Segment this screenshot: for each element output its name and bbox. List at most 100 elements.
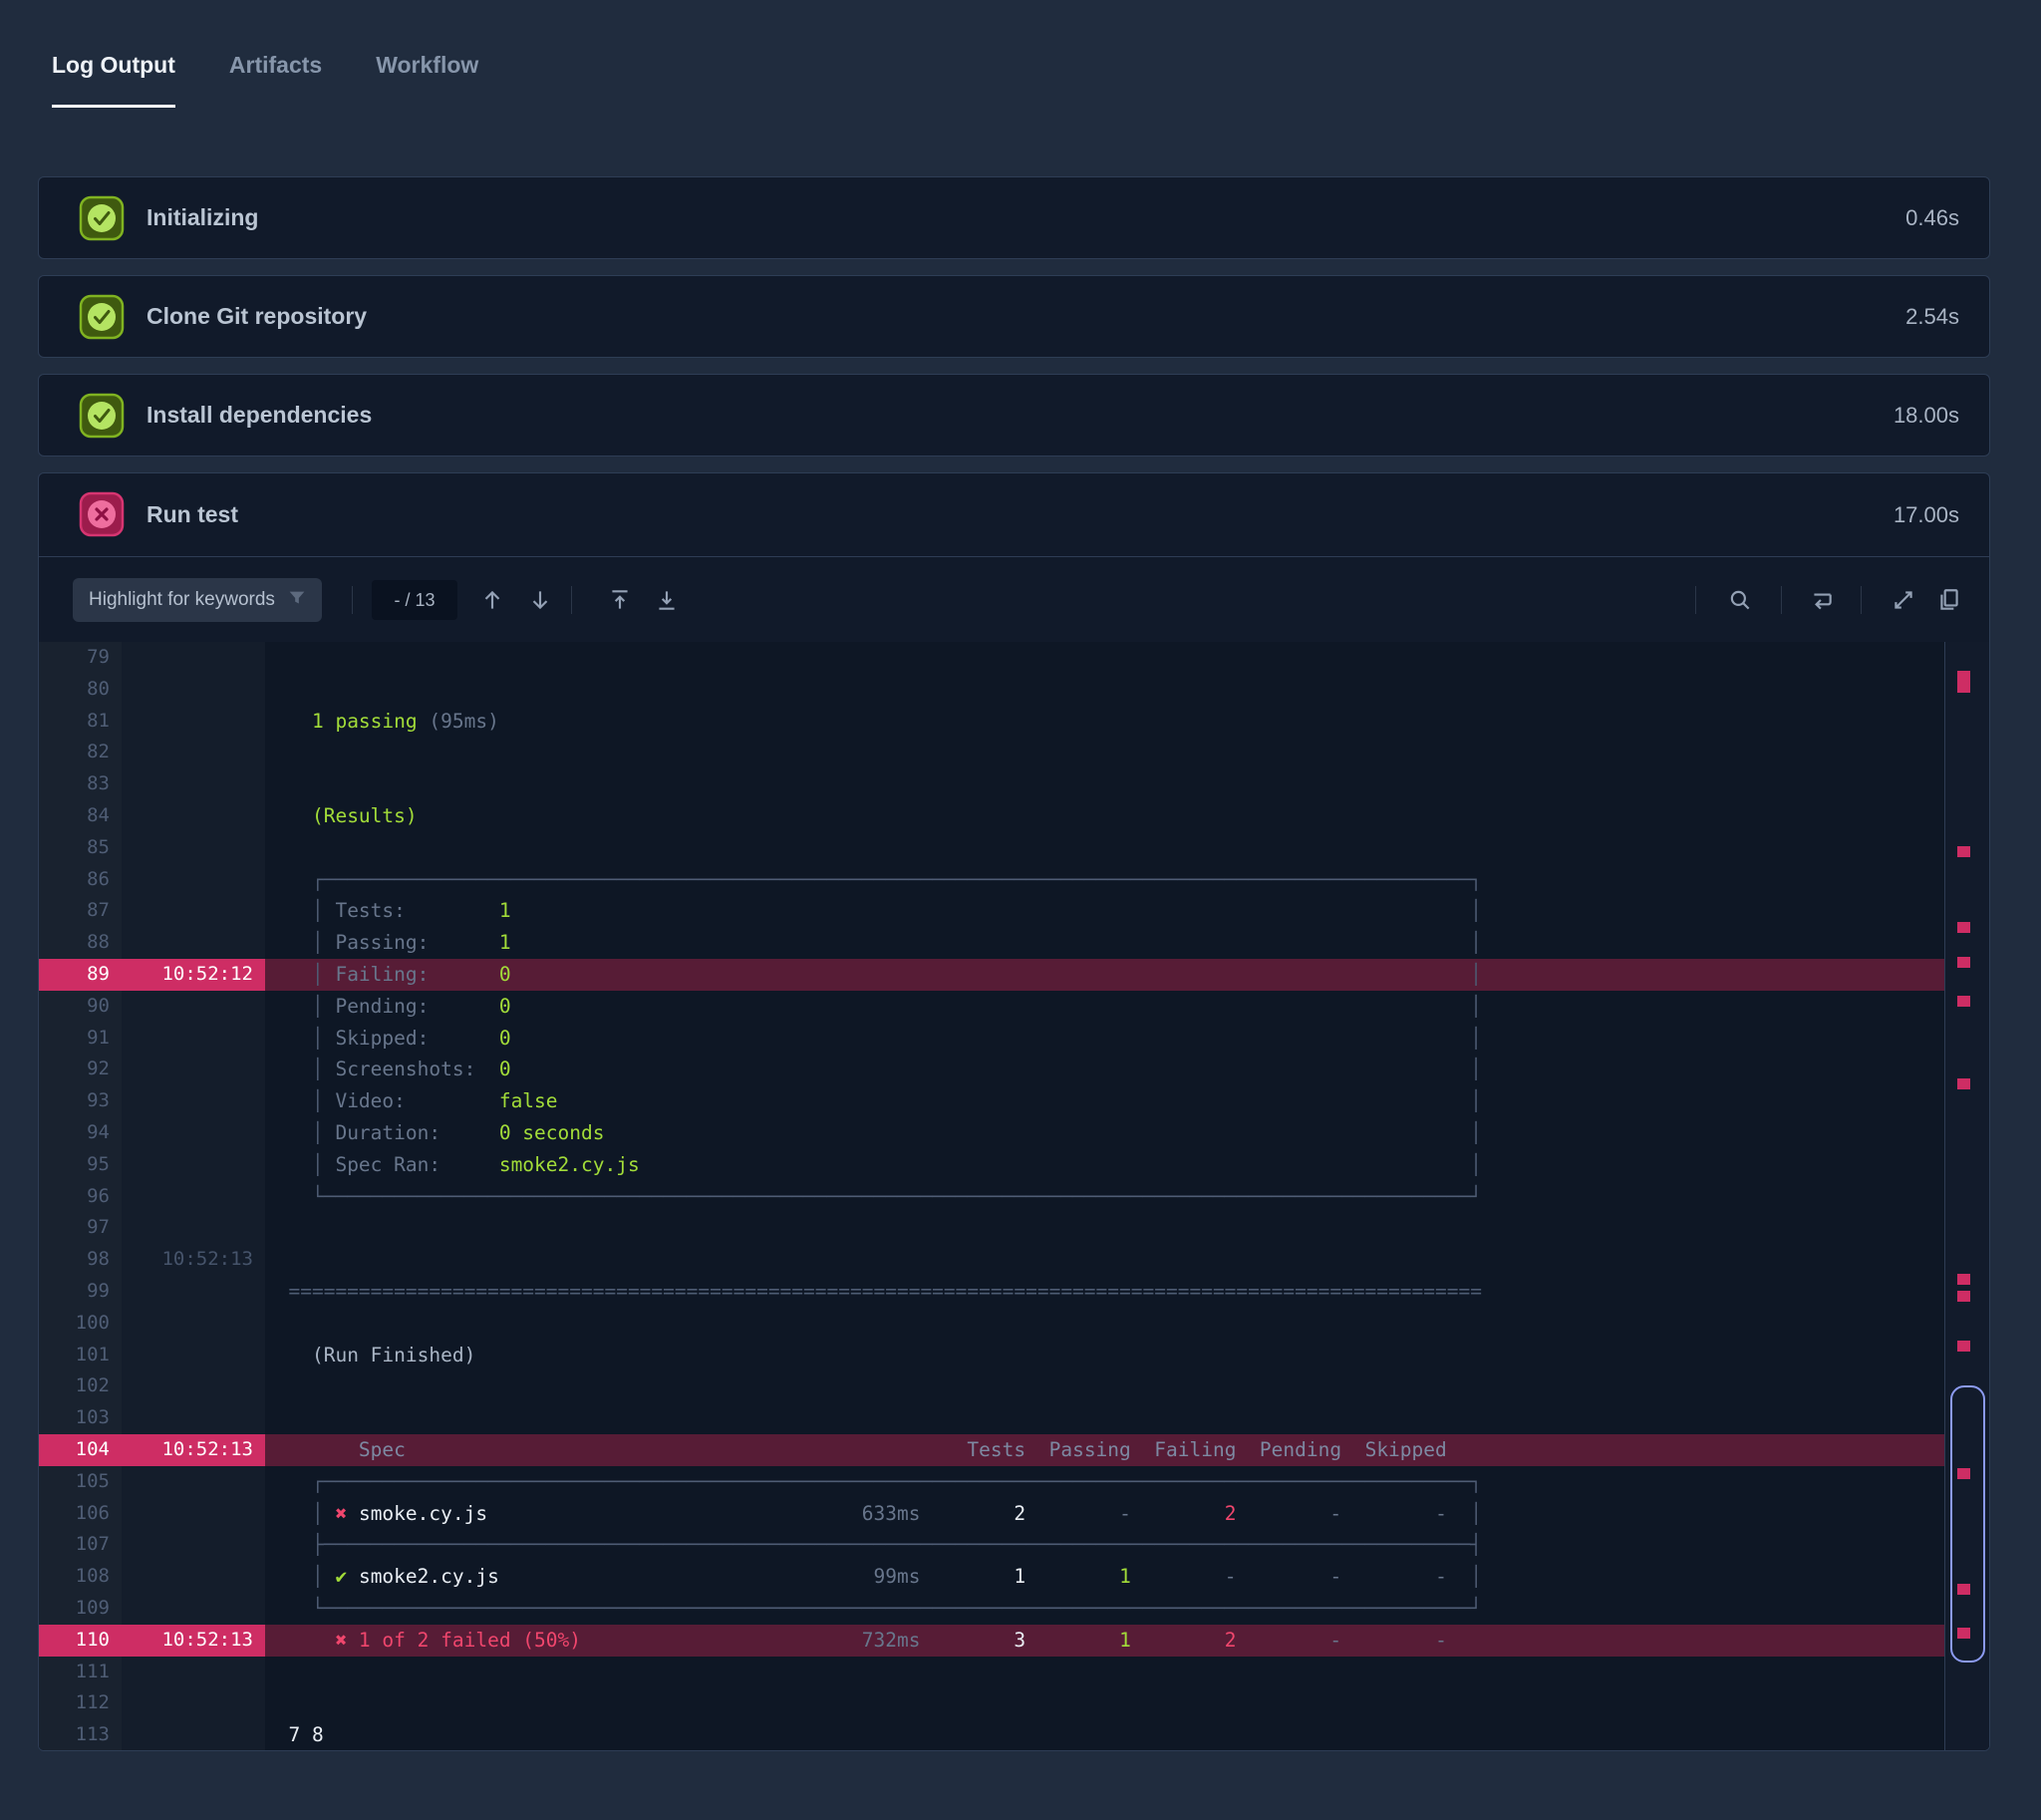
line-number[interactable]: 113 (39, 1719, 122, 1750)
line-timestamp: 10:52:13 (122, 1433, 265, 1466)
line-number[interactable]: 83 (39, 768, 122, 800)
keyword-filter-input[interactable]: Highlight for keywords (73, 578, 322, 622)
scrollbar-thumb[interactable] (1950, 1385, 1985, 1663)
search-icon[interactable] (1727, 587, 1753, 613)
match-marker (1957, 1078, 1970, 1089)
line-number[interactable]: 108 (39, 1561, 122, 1593)
log-line: 83 (39, 768, 1944, 800)
line-number[interactable]: 112 (39, 1687, 122, 1719)
line-number[interactable]: 80 (39, 674, 122, 706)
line-content: (Results) (311, 803, 418, 827)
line-number[interactable]: 105 (39, 1466, 122, 1498)
line-number[interactable]: 104 (39, 1433, 122, 1466)
line-content: ========================================… (265, 1279, 1482, 1303)
tab-workflow[interactable]: Workflow (376, 52, 478, 108)
line-number[interactable]: 97 (39, 1212, 122, 1244)
line-number[interactable]: 107 (39, 1529, 122, 1561)
line-number[interactable]: 86 (39, 864, 122, 896)
line-number[interactable]: 81 (39, 706, 122, 738)
log-line: 100 (39, 1308, 1944, 1340)
line-timestamp (122, 1023, 265, 1055)
line-number[interactable]: 90 (39, 991, 122, 1023)
step-duration: 0.46s (1905, 204, 1959, 230)
step-install-dependencies[interactable]: Install dependencies 18.00s (38, 374, 1990, 456)
log-line: 94 │ Duration: 0 seconds │ (39, 1117, 1944, 1149)
match-marker (1957, 996, 1970, 1007)
log-lines: 79 80 81 1 passing (95ms) 82 83 84 (Results) 8… (39, 642, 1944, 1750)
line-timestamp (122, 1593, 265, 1625)
log-line: 104 10:52:13 Spec Tests Passing Failing P… (39, 1433, 1944, 1466)
copy-icon[interactable] (1936, 587, 1962, 613)
match-counter[interactable]: - / 13 (372, 580, 457, 620)
line-timestamp: 10:52:13 (161, 1248, 253, 1271)
line-timestamp (122, 1657, 265, 1688)
line-number[interactable]: 94 (39, 1117, 122, 1149)
step-run-test-header[interactable]: Run test 17.00s (39, 473, 1989, 556)
line-content: └───────────────────────────────────────… (265, 1596, 1482, 1620)
tab-bar: Log Output Artifacts Workflow (52, 52, 478, 108)
line-content: │ ✔ smoke2.cy.js 99ms 1 1 - - - │ (311, 1565, 1483, 1589)
line-number[interactable]: 103 (39, 1402, 122, 1434)
match-marker (1957, 1341, 1970, 1352)
log-line: 89 10:52:12 │ Failing: 0 │ (39, 958, 1944, 991)
line-timestamp (122, 991, 265, 1023)
line-content (265, 737, 1944, 768)
log-line: 85 (39, 832, 1944, 864)
line-timestamp (122, 1719, 265, 1750)
line-number[interactable]: 84 (39, 800, 122, 832)
line-content: │ ✖ smoke.cy.js 633ms 2 - 2 - - │ (311, 1501, 1483, 1525)
arrow-up-icon[interactable] (479, 587, 505, 613)
wrap-text-icon[interactable] (1809, 587, 1835, 613)
line-number[interactable]: 93 (39, 1085, 122, 1117)
arrow-down-icon[interactable] (527, 587, 553, 613)
line-content: ✖ 1 of 2 failed (50%) 732ms 3 1 2 - - (265, 1624, 1944, 1657)
line-content (265, 1212, 1944, 1244)
log-line: 110 10:52:13 ✖ 1 of 2 failed (50%) 732ms … (39, 1624, 1944, 1657)
tab-artifacts[interactable]: Artifacts (229, 52, 322, 108)
tab-log-output[interactable]: Log Output (52, 52, 175, 108)
expand-icon[interactable] (1891, 587, 1916, 613)
line-content (265, 1308, 1944, 1340)
line-number[interactable]: 79 (39, 642, 122, 674)
line-number[interactable]: 102 (39, 1370, 122, 1402)
scroll-to-bottom-icon[interactable] (654, 587, 680, 613)
line-number[interactable]: 88 (39, 927, 122, 959)
line-content: (Run Finished) (311, 1343, 476, 1366)
log-line: 92 │ Screenshots: 0 │ (39, 1054, 1944, 1085)
line-number[interactable]: 89 (39, 958, 122, 991)
scroll-to-top-icon[interactable] (607, 587, 633, 613)
step-label: Clone Git repository (146, 303, 368, 329)
step-duration: 18.00s (1893, 402, 1959, 428)
log-line: 105 ┌───────────────────────────────────… (39, 1466, 1944, 1498)
line-number[interactable]: 100 (39, 1308, 122, 1340)
steps-list: Initializing 0.46s Clone Git repository 2.5… (38, 176, 1990, 472)
line-number[interactable]: 82 (39, 737, 122, 768)
line-timestamp (122, 1212, 265, 1244)
line-number[interactable]: 87 (39, 895, 122, 927)
line-timestamp: 10:52:13 (122, 1624, 265, 1657)
divider (352, 586, 353, 614)
log-line: 88 │ Passing: 1 │ (39, 927, 1944, 959)
line-number[interactable]: 101 (39, 1340, 122, 1371)
line-number[interactable]: 91 (39, 1023, 122, 1055)
line-number[interactable]: 92 (39, 1054, 122, 1085)
line-number[interactable]: 95 (39, 1149, 122, 1181)
step-initializing[interactable]: Initializing 0.46s (38, 176, 1990, 259)
line-number[interactable]: 96 (39, 1181, 122, 1213)
line-number[interactable]: 98 (39, 1244, 122, 1276)
line-timestamp (122, 1149, 265, 1181)
line-timestamp (122, 1117, 265, 1149)
line-number[interactable]: 110 (39, 1624, 122, 1657)
step-clone-git-repository[interactable]: Clone Git repository 2.54s (38, 275, 1990, 358)
line-number[interactable]: 111 (39, 1657, 122, 1688)
line-content (265, 1370, 1944, 1402)
line-number[interactable]: 85 (39, 832, 122, 864)
line-timestamp (122, 674, 265, 706)
line-content: │ Screenshots: 0 │ (311, 1058, 1483, 1081)
line-number[interactable]: 99 (39, 1276, 122, 1308)
line-number[interactable]: 109 (39, 1593, 122, 1625)
line-timestamp: 10:52:12 (122, 958, 265, 991)
line-number[interactable]: 106 (39, 1498, 122, 1530)
run-test-card: Run test 17.00s Highlight for keywords -… (38, 472, 1990, 1751)
line-content (265, 1402, 1944, 1434)
